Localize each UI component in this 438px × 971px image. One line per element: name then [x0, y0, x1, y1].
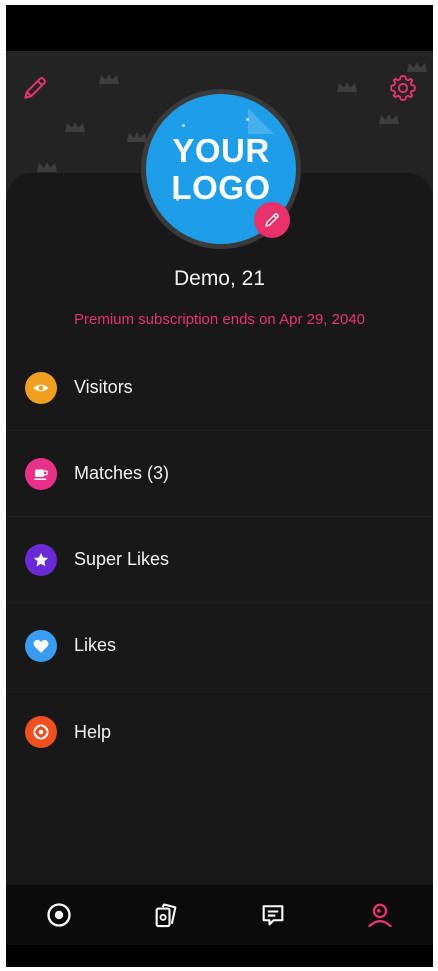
gear-icon	[390, 75, 416, 101]
nav-tab-chat[interactable]	[220, 885, 327, 945]
pencil-icon	[265, 213, 279, 227]
crown-pattern-icon	[379, 114, 399, 124]
crown-pattern-icon	[337, 82, 357, 92]
crown-pattern-icon	[65, 122, 85, 132]
menu-item-super-likes[interactable]: Super Likes	[6, 517, 433, 603]
chat-icon	[262, 905, 284, 926]
profile-avatar-container: YOUR LOGO	[141, 89, 301, 249]
menu-item-label: Visitors	[74, 377, 133, 397]
crown-pattern-icon	[37, 162, 57, 172]
eye-icon	[25, 371, 57, 404]
system-nav-bar	[6, 945, 433, 967]
profile-name-age: Demo, 21	[173, 267, 266, 290]
pencil-icon	[24, 77, 46, 99]
nav-tab-discover[interactable]	[6, 885, 113, 945]
menu-item-likes[interactable]: Likes	[6, 603, 433, 689]
logo-placeholder: YOUR LOGO	[146, 132, 296, 206]
edit-profile-button[interactable]	[18, 71, 52, 105]
menu-item-label: Super Likes	[74, 549, 170, 569]
menu-item-matches[interactable]: Matches (3)	[6, 431, 433, 517]
logo-line-2: LOGO	[171, 169, 271, 206]
logo-line-1: YOUR	[172, 132, 270, 169]
edit-avatar-button[interactable]	[254, 202, 290, 238]
target-icon	[47, 903, 72, 927]
status-bar	[6, 5, 433, 51]
settings-button[interactable]	[386, 71, 420, 105]
profile-menu: Visitors Matches (3) Super Likes Likes H…	[6, 345, 433, 775]
menu-item-visitors[interactable]: Visitors	[6, 345, 433, 431]
cards-icon	[155, 903, 177, 928]
app-screen: YOUR LOGO Demo, 21 Premium subscription …	[6, 5, 433, 967]
menu-item-help[interactable]: Help	[6, 689, 433, 775]
cup-icon	[25, 457, 57, 490]
menu-item-label: Matches (3)	[74, 463, 170, 483]
bottom-navigation	[6, 885, 433, 945]
nav-tab-profile[interactable]	[326, 885, 433, 945]
lifebuoy-icon	[25, 716, 57, 748]
menu-item-label: Help	[74, 721, 112, 742]
subscription-status: Premium subscription ends on Apr 29, 204…	[74, 311, 365, 328]
star-icon	[25, 543, 57, 576]
profile-icon	[367, 903, 392, 928]
heart-icon	[25, 629, 57, 662]
logo-page-corner	[248, 108, 274, 134]
nav-tab-cards[interactable]	[113, 885, 220, 945]
menu-item-label: Likes	[74, 635, 117, 655]
crown-pattern-icon	[99, 74, 119, 84]
